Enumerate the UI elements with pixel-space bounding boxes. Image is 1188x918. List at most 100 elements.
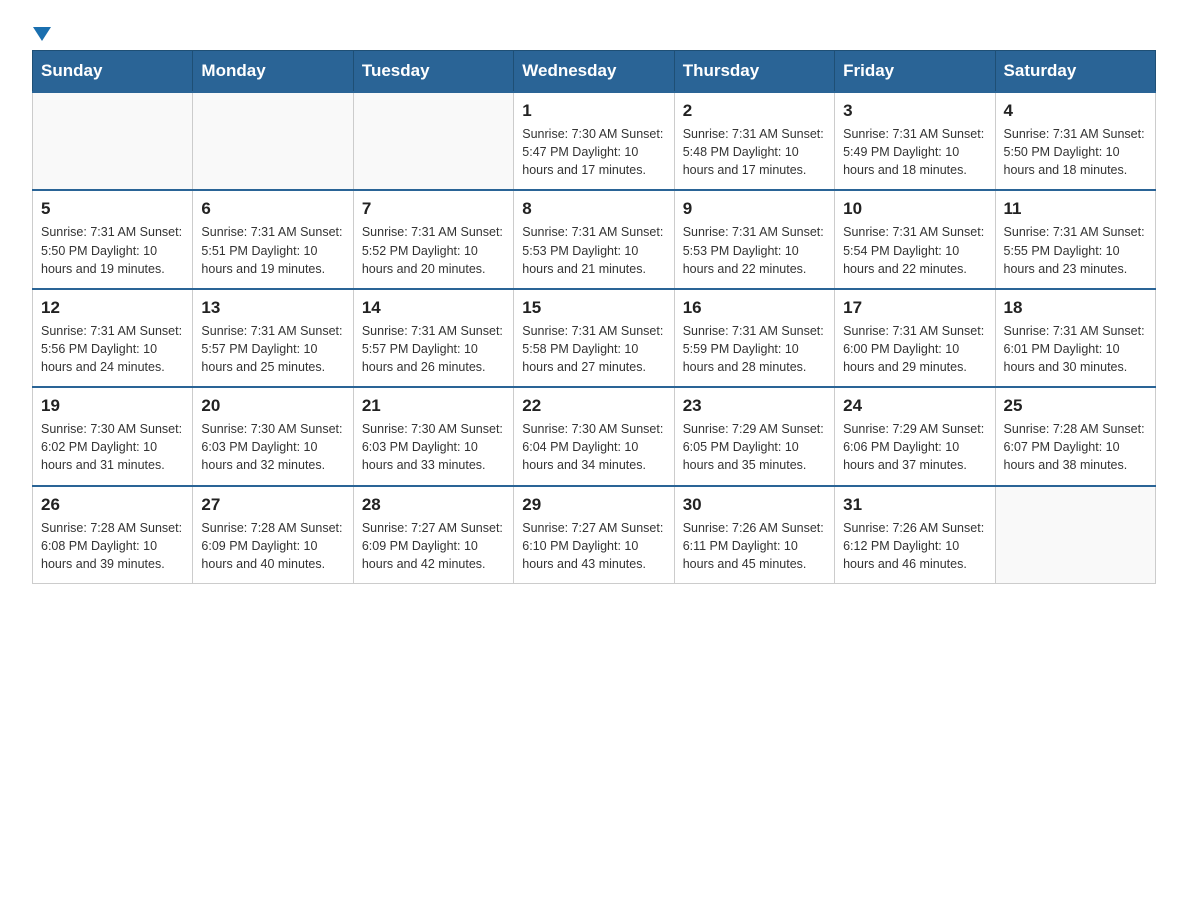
day-info: Sunrise: 7:31 AM Sunset: 5:50 PM Dayligh… <box>41 223 184 277</box>
calendar-cell: 23Sunrise: 7:29 AM Sunset: 6:05 PM Dayli… <box>674 387 834 485</box>
day-number: 3 <box>843 101 986 121</box>
calendar-cell: 17 Sunrise: 7:31 AM Sunset: 6:00 PM Dayli… <box>835 289 995 387</box>
day-number: 27 <box>201 495 344 515</box>
calendar-cell: 26 Sunrise: 7:28 AM Sunset: 6:08 PM Dayli… <box>33 486 193 584</box>
calendar-cell: 24 Sunrise: 7:29 AM Sunset: 6:06 PM Dayli… <box>835 387 995 485</box>
calendar-cell: 13 Sunrise: 7:31 AM Sunset: 5:57 PM Dayli… <box>193 289 353 387</box>
calendar-cell: 28 Sunrise: 7:27 AM Sunset: 6:09 PM Dayli… <box>353 486 513 584</box>
calendar-cell: 22 Sunrise: 7:30 AM Sunset: 6:04 PM Dayli… <box>514 387 674 485</box>
day-info: Sunrise: 7:31 AM Sunset: 5:52 PM Dayligh… <box>362 223 505 277</box>
day-info: Sunrise: 7:31 AM Sunset: 5:57 PM Dayligh… <box>201 322 344 376</box>
day-number: 11 <box>1004 199 1147 219</box>
day-info: Sunrise: 7:31 AM Sunset: 5:53 PM Dayligh… <box>683 223 826 277</box>
day-number: 13 <box>201 298 344 318</box>
day-number: 21 <box>362 396 505 416</box>
day-info: Sunrise: 7:30 AM Sunset: 6:02 PM Dayligh… <box>41 420 184 474</box>
calendar-header: SundayMondayTuesdayWednesdayThursdayFrid… <box>33 51 1156 93</box>
calendar-cell: 12 Sunrise: 7:31 AM Sunset: 5:56 PM Dayli… <box>33 289 193 387</box>
day-number: 28 <box>362 495 505 515</box>
calendar-cell: 16Sunrise: 7:31 AM Sunset: 5:59 PM Dayli… <box>674 289 834 387</box>
day-number: 20 <box>201 396 344 416</box>
calendar-cell: 27 Sunrise: 7:28 AM Sunset: 6:09 PM Dayli… <box>193 486 353 584</box>
calendar-body: 1 Sunrise: 7:30 AM Sunset: 5:47 PM Daylig… <box>33 92 1156 583</box>
day-info: Sunrise: 7:31 AM Sunset: 5:51 PM Dayligh… <box>201 223 344 277</box>
calendar-week-row: 26 Sunrise: 7:28 AM Sunset: 6:08 PM Dayli… <box>33 486 1156 584</box>
calendar-cell: 21 Sunrise: 7:30 AM Sunset: 6:03 PM Dayli… <box>353 387 513 485</box>
day-number: 24 <box>843 396 986 416</box>
day-number: 2 <box>683 101 826 121</box>
weekday-header-tuesday: Tuesday <box>353 51 513 93</box>
weekday-header-saturday: Saturday <box>995 51 1155 93</box>
day-info: Sunrise: 7:31 AM Sunset: 5:54 PM Dayligh… <box>843 223 986 277</box>
day-info: Sunrise: 7:31 AM Sunset: 5:50 PM Dayligh… <box>1004 125 1147 179</box>
day-number: 7 <box>362 199 505 219</box>
day-info: Sunrise: 7:28 AM Sunset: 6:08 PM Dayligh… <box>41 519 184 573</box>
day-number: 17 <box>843 298 986 318</box>
day-info: Sunrise: 7:28 AM Sunset: 6:07 PM Dayligh… <box>1004 420 1147 474</box>
day-info: Sunrise: 7:27 AM Sunset: 6:09 PM Dayligh… <box>362 519 505 573</box>
calendar-cell: 7 Sunrise: 7:31 AM Sunset: 5:52 PM Daylig… <box>353 190 513 288</box>
calendar-week-row: 1 Sunrise: 7:30 AM Sunset: 5:47 PM Daylig… <box>33 92 1156 190</box>
calendar-cell: 19 Sunrise: 7:30 AM Sunset: 6:02 PM Dayli… <box>33 387 193 485</box>
weekday-header-friday: Friday <box>835 51 995 93</box>
calendar-cell <box>33 92 193 190</box>
calendar-cell: 11 Sunrise: 7:31 AM Sunset: 5:55 PM Dayli… <box>995 190 1155 288</box>
calendar-cell: 6 Sunrise: 7:31 AM Sunset: 5:51 PM Daylig… <box>193 190 353 288</box>
day-info: Sunrise: 7:30 AM Sunset: 6:04 PM Dayligh… <box>522 420 665 474</box>
calendar-cell: 30Sunrise: 7:26 AM Sunset: 6:11 PM Dayli… <box>674 486 834 584</box>
logo-triangle-icon <box>33 27 51 41</box>
day-info: Sunrise: 7:28 AM Sunset: 6:09 PM Dayligh… <box>201 519 344 573</box>
calendar-cell: 20 Sunrise: 7:30 AM Sunset: 6:03 PM Dayli… <box>193 387 353 485</box>
day-number: 25 <box>1004 396 1147 416</box>
calendar-cell: 2 Sunrise: 7:31 AM Sunset: 5:48 PM Daylig… <box>674 92 834 190</box>
day-info: Sunrise: 7:27 AM Sunset: 6:10 PM Dayligh… <box>522 519 665 573</box>
day-number: 26 <box>41 495 184 515</box>
day-info: Sunrise: 7:31 AM Sunset: 5:58 PM Dayligh… <box>522 322 665 376</box>
day-info: Sunrise: 7:31 AM Sunset: 5:56 PM Dayligh… <box>41 322 184 376</box>
calendar-cell: 9 Sunrise: 7:31 AM Sunset: 5:53 PM Daylig… <box>674 190 834 288</box>
day-number: 18 <box>1004 298 1147 318</box>
day-info: Sunrise: 7:30 AM Sunset: 6:03 PM Dayligh… <box>362 420 505 474</box>
calendar-cell: 5Sunrise: 7:31 AM Sunset: 5:50 PM Daylig… <box>33 190 193 288</box>
day-number: 19 <box>41 396 184 416</box>
day-number: 22 <box>522 396 665 416</box>
day-number: 15 <box>522 298 665 318</box>
day-info: Sunrise: 7:31 AM Sunset: 5:53 PM Dayligh… <box>522 223 665 277</box>
day-info: Sunrise: 7:31 AM Sunset: 6:00 PM Dayligh… <box>843 322 986 376</box>
day-number: 1 <box>522 101 665 121</box>
day-number: 10 <box>843 199 986 219</box>
day-info: Sunrise: 7:29 AM Sunset: 6:06 PM Dayligh… <box>843 420 986 474</box>
day-number: 4 <box>1004 101 1147 121</box>
calendar-cell: 8Sunrise: 7:31 AM Sunset: 5:53 PM Daylig… <box>514 190 674 288</box>
day-info: Sunrise: 7:31 AM Sunset: 5:55 PM Dayligh… <box>1004 223 1147 277</box>
day-info: Sunrise: 7:30 AM Sunset: 6:03 PM Dayligh… <box>201 420 344 474</box>
day-number: 29 <box>522 495 665 515</box>
calendar-cell: 3Sunrise: 7:31 AM Sunset: 5:49 PM Daylig… <box>835 92 995 190</box>
calendar-cell: 25 Sunrise: 7:28 AM Sunset: 6:07 PM Dayli… <box>995 387 1155 485</box>
day-number: 12 <box>41 298 184 318</box>
weekday-header-row: SundayMondayTuesdayWednesdayThursdayFrid… <box>33 51 1156 93</box>
day-number: 14 <box>362 298 505 318</box>
day-number: 6 <box>201 199 344 219</box>
calendar-cell <box>995 486 1155 584</box>
day-info: Sunrise: 7:31 AM Sunset: 6:01 PM Dayligh… <box>1004 322 1147 376</box>
day-number: 31 <box>843 495 986 515</box>
calendar-table: SundayMondayTuesdayWednesdayThursdayFrid… <box>32 50 1156 584</box>
weekday-header-sunday: Sunday <box>33 51 193 93</box>
day-info: Sunrise: 7:30 AM Sunset: 5:47 PM Dayligh… <box>522 125 665 179</box>
day-info: Sunrise: 7:26 AM Sunset: 6:11 PM Dayligh… <box>683 519 826 573</box>
day-info: Sunrise: 7:31 AM Sunset: 5:48 PM Dayligh… <box>683 125 826 179</box>
weekday-header-wednesday: Wednesday <box>514 51 674 93</box>
calendar-cell: 1 Sunrise: 7:30 AM Sunset: 5:47 PM Daylig… <box>514 92 674 190</box>
day-number: 16 <box>683 298 826 318</box>
calendar-cell: 29 Sunrise: 7:27 AM Sunset: 6:10 PM Dayli… <box>514 486 674 584</box>
day-info: Sunrise: 7:29 AM Sunset: 6:05 PM Dayligh… <box>683 420 826 474</box>
day-info: Sunrise: 7:26 AM Sunset: 6:12 PM Dayligh… <box>843 519 986 573</box>
calendar-cell: 14 Sunrise: 7:31 AM Sunset: 5:57 PM Dayli… <box>353 289 513 387</box>
calendar-week-row: 5Sunrise: 7:31 AM Sunset: 5:50 PM Daylig… <box>33 190 1156 288</box>
calendar-cell: 15 Sunrise: 7:31 AM Sunset: 5:58 PM Dayli… <box>514 289 674 387</box>
page-header <box>32 24 1156 38</box>
calendar-cell <box>193 92 353 190</box>
day-info: Sunrise: 7:31 AM Sunset: 5:57 PM Dayligh… <box>362 322 505 376</box>
day-number: 9 <box>683 199 826 219</box>
